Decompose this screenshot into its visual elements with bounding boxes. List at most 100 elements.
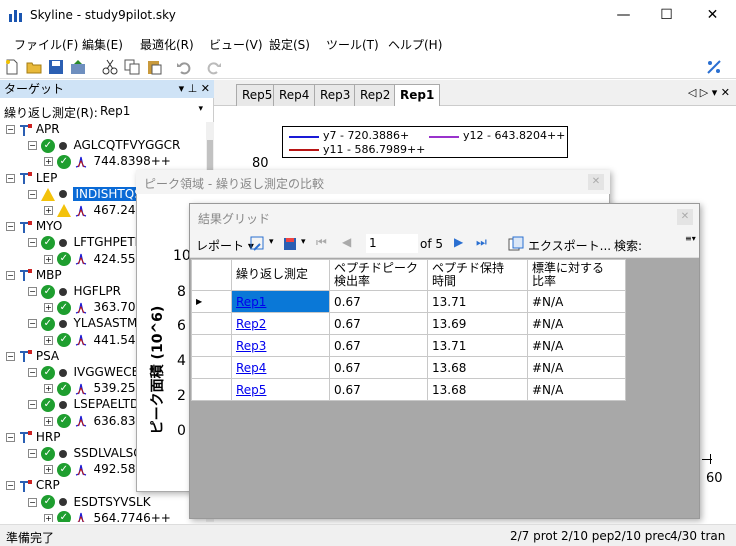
pivot-icon[interactable] — [250, 236, 266, 252]
expand-toggle-icon[interactable]: + — [44, 206, 53, 215]
row-selector[interactable] — [191, 378, 232, 401]
table-row[interactable]: Rep4 0.67 13.68 #N/A — [191, 356, 626, 379]
cell-replicate[interactable]: Rep3 — [231, 334, 330, 357]
cell-peak-found-ratio[interactable]: 0.67 — [329, 378, 428, 401]
peak-window-close-button[interactable]: ✕ — [588, 174, 604, 190]
replicate-link[interactable]: Rep5 — [236, 383, 266, 397]
toolbar-overflow-icon[interactable]: ≡▾ — [685, 234, 696, 254]
row-selector[interactable] — [191, 334, 232, 357]
save-layout-icon[interactable] — [282, 236, 298, 252]
panel-pin-close-buttons[interactable]: ▾ ⊥ ✕ — [179, 80, 210, 98]
publish-icon[interactable] — [70, 59, 86, 75]
row-selector[interactable] — [191, 312, 232, 335]
last-page-icon[interactable]: ⏭ — [476, 235, 487, 250]
tab-rep1[interactable]: Rep1 — [394, 84, 441, 106]
menu-view[interactable]: ビュー(V) — [209, 36, 263, 53]
cell-ratio-to-standard[interactable]: #N/A — [527, 378, 626, 401]
tab-rep3[interactable]: Rep3 — [314, 84, 357, 106]
cell-retention-time[interactable]: 13.71 — [427, 334, 528, 357]
cell-ratio-to-standard[interactable]: #N/A — [527, 356, 626, 379]
previous-page-icon[interactable]: ◀ — [342, 235, 351, 249]
replicate-link[interactable]: Rep1 — [236, 295, 266, 309]
cell-replicate[interactable]: Rep2 — [231, 312, 330, 335]
collapse-toggle-icon[interactable]: − — [28, 400, 37, 410]
collapse-toggle-icon[interactable]: − — [28, 189, 37, 199]
expand-toggle-icon[interactable]: + — [44, 416, 53, 426]
export-icon[interactable] — [508, 236, 524, 252]
chevron-down-icon[interactable]: ▾ — [269, 237, 274, 247]
expand-toggle-icon[interactable]: + — [44, 335, 53, 345]
cell-peak-found-ratio[interactable]: 0.67 — [329, 334, 428, 357]
column-header-replicate[interactable]: 繰り返し測定 — [231, 259, 330, 291]
column-header-peak-found-ratio[interactable]: ペプチドピーク 検出率 — [329, 259, 428, 291]
column-header-ratio-to-standard[interactable]: 標準に対する 比率 — [527, 259, 626, 291]
collapse-toggle-icon[interactable]: − — [28, 449, 37, 458]
page-number-input[interactable]: 1 — [366, 234, 418, 253]
collapse-toggle-icon[interactable]: − — [28, 497, 37, 507]
minimize-button[interactable]: — — [601, 0, 646, 30]
expand-toggle-icon[interactable]: + — [44, 303, 53, 313]
cell-replicate[interactable]: Rep1 — [231, 290, 330, 313]
cell-retention-time[interactable]: 13.71 — [427, 290, 528, 313]
replicate-link[interactable]: Rep3 — [236, 339, 266, 353]
expand-toggle-icon[interactable]: + — [44, 384, 53, 394]
cut-icon[interactable] — [102, 59, 118, 75]
save-icon[interactable] — [48, 59, 64, 75]
redo-icon[interactable] — [206, 59, 222, 75]
replicate-dropdown[interactable]: Rep1 ▾ — [96, 101, 206, 121]
table-row[interactable]: Rep5 0.67 13.68 #N/A — [191, 378, 626, 401]
cell-replicate[interactable]: Rep4 — [231, 356, 330, 379]
paste-icon[interactable] — [146, 59, 162, 75]
report-dropdown[interactable]: レポート ▾ — [196, 237, 254, 254]
collapse-toggle-icon[interactable]: − — [28, 319, 37, 329]
collapse-toggle-icon[interactable]: − — [6, 481, 15, 491]
collapse-toggle-icon[interactable]: − — [6, 351, 15, 361]
collapse-toggle-icon[interactable]: − — [6, 432, 15, 442]
column-header-retention-time[interactable]: ペプチド保持 時間 — [427, 259, 528, 291]
cell-replicate[interactable]: Rep5 — [231, 378, 330, 401]
row-selector[interactable]: ▶ — [191, 290, 232, 313]
close-button[interactable]: ✕ — [690, 0, 735, 30]
expand-toggle-icon[interactable]: + — [44, 465, 53, 475]
cell-peak-found-ratio[interactable]: 0.67 — [329, 290, 428, 313]
collapse-toggle-icon[interactable]: − — [28, 141, 37, 151]
first-page-icon[interactable]: ⏮ — [316, 235, 327, 250]
collapse-toggle-icon[interactable]: − — [28, 368, 37, 377]
tab-rep2[interactable]: Rep2 — [354, 84, 397, 106]
row-selector[interactable] — [191, 356, 232, 379]
collapse-toggle-icon[interactable]: − — [28, 238, 37, 248]
expand-toggle-icon[interactable]: + — [44, 254, 53, 264]
expand-toggle-icon[interactable]: + — [44, 513, 53, 522]
results-grid-close-button[interactable]: ✕ — [677, 209, 693, 225]
tab-rep4[interactable]: Rep4 — [273, 84, 316, 106]
menu-tools[interactable]: ツール(T) — [326, 36, 379, 53]
undo-icon[interactable] — [176, 59, 192, 75]
table-row[interactable]: Rep2 0.67 13.69 #N/A — [191, 312, 626, 335]
cell-ratio-to-standard[interactable]: #N/A — [527, 312, 626, 335]
maximize-button[interactable]: ☐ — [644, 0, 689, 30]
open-folder-icon[interactable] — [26, 59, 42, 75]
collapse-toggle-icon[interactable]: − — [6, 173, 15, 183]
table-row[interactable]: Rep3 0.67 13.71 #N/A — [191, 334, 626, 357]
replicate-link[interactable]: Rep2 — [236, 317, 266, 331]
cell-peak-found-ratio[interactable]: 0.67 — [329, 356, 428, 379]
replicate-link[interactable]: Rep4 — [236, 361, 266, 375]
collapse-toggle-icon[interactable]: − — [6, 270, 15, 280]
cell-ratio-to-standard[interactable]: #N/A — [527, 334, 626, 357]
connection-icon[interactable] — [706, 59, 722, 75]
cell-retention-time[interactable]: 13.68 — [427, 378, 528, 401]
menu-refine[interactable]: 最適化(R) — [140, 36, 194, 53]
tab-navigation-buttons[interactable]: ◁ ▷ ▾ ✕ — [688, 86, 730, 99]
cell-retention-time[interactable]: 13.69 — [427, 312, 528, 335]
collapse-toggle-icon[interactable]: − — [28, 287, 37, 296]
menu-file[interactable]: ファイル(F) — [14, 36, 78, 53]
cell-retention-time[interactable]: 13.68 — [427, 356, 528, 379]
next-page-icon[interactable]: ▶ — [454, 235, 463, 249]
cell-peak-found-ratio[interactable]: 0.67 — [329, 312, 428, 335]
new-document-icon[interactable] — [4, 59, 20, 75]
cell-ratio-to-standard[interactable]: #N/A — [527, 290, 626, 313]
menu-settings[interactable]: 設定(S) — [269, 36, 310, 53]
table-row[interactable]: ▶ Rep1 0.67 13.71 #N/A — [191, 290, 626, 313]
menu-edit[interactable]: 編集(E) — [82, 36, 123, 53]
collapse-toggle-icon[interactable]: − — [6, 222, 15, 232]
